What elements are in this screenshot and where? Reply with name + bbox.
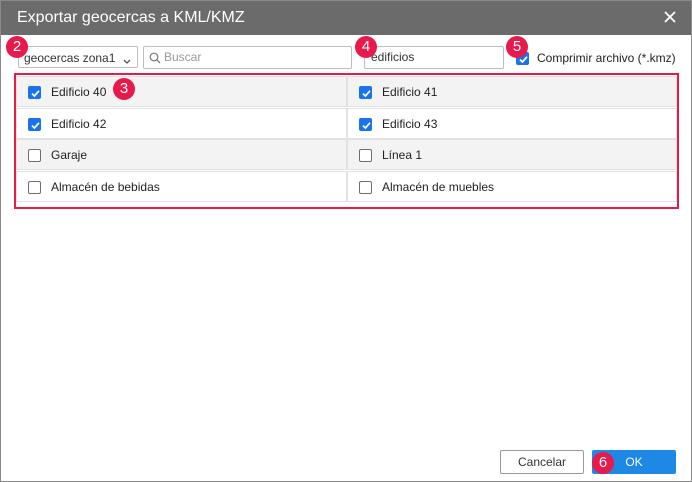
geofence-checkbox[interactable] bbox=[28, 149, 41, 162]
export-geofences-dialog: Exportar geocercas a KML/KMZ 2 3 4 5 6 g… bbox=[0, 0, 692, 482]
chevron-down-icon bbox=[123, 54, 131, 68]
checkmark-icon bbox=[31, 90, 40, 98]
geofence-item[interactable]: Almacén de muebles bbox=[347, 171, 677, 202]
geofence-item[interactable]: Edificio 42 bbox=[16, 108, 347, 139]
callout-badge-4: 4 bbox=[355, 36, 377, 58]
compress-label: Comprimir archivo (*.kmz) bbox=[537, 51, 676, 65]
geofence-checkbox[interactable] bbox=[359, 181, 372, 194]
geofence-checkbox[interactable] bbox=[359, 118, 372, 131]
geofence-item[interactable]: Edificio 40 bbox=[16, 76, 347, 107]
checkmark-icon bbox=[31, 122, 40, 130]
geofence-item[interactable]: Edificio 41 bbox=[347, 76, 677, 107]
checkmark-icon bbox=[362, 90, 371, 98]
geofence-item[interactable]: Línea 1 bbox=[347, 139, 677, 170]
geofence-label: Garaje bbox=[51, 148, 88, 162]
geofence-label: Almacén de muebles bbox=[382, 180, 495, 194]
name-filter-box[interactable] bbox=[364, 46, 504, 69]
callout-badge-5: 5 bbox=[506, 36, 528, 58]
cancel-button[interactable]: Cancelar bbox=[500, 450, 584, 474]
name-filter-input[interactable] bbox=[371, 49, 499, 65]
geofence-label: Almacén de bebidas bbox=[51, 180, 160, 194]
geofence-checkbox[interactable] bbox=[28, 118, 41, 131]
dialog-title: Exportar geocercas a KML/KMZ bbox=[17, 9, 245, 26]
geofence-group-select[interactable]: geocercas zona1 bbox=[18, 46, 138, 68]
geofence-label: Línea 1 bbox=[382, 148, 423, 162]
geofence-label: Edificio 41 bbox=[382, 85, 438, 99]
geofence-checkbox[interactable] bbox=[359, 86, 372, 99]
group-select-value: geocercas zona1 bbox=[24, 51, 116, 65]
search-icon bbox=[149, 52, 161, 67]
geofence-item[interactable]: Garaje bbox=[16, 139, 347, 170]
geofence-item[interactable]: Almacén de bebidas bbox=[16, 171, 347, 202]
callout-badge-2: 2 bbox=[6, 36, 28, 58]
search-input[interactable] bbox=[164, 49, 344, 65]
geofence-checkbox[interactable] bbox=[28, 181, 41, 194]
geofence-checkbox[interactable] bbox=[359, 149, 372, 162]
geofence-item[interactable]: Edificio 43 bbox=[347, 108, 677, 139]
title-bar: Exportar geocercas a KML/KMZ bbox=[1, 1, 691, 35]
checkmark-icon bbox=[362, 122, 371, 130]
search-box[interactable] bbox=[143, 46, 352, 69]
geofence-checkbox[interactable] bbox=[28, 86, 41, 99]
geofence-label: Edificio 42 bbox=[51, 117, 107, 131]
geofence-label: Edificio 40 bbox=[51, 85, 107, 99]
geofence-label: Edificio 43 bbox=[382, 117, 438, 131]
callout-badge-3: 3 bbox=[113, 78, 135, 100]
close-icon[interactable] bbox=[663, 10, 677, 24]
callout-badge-6: 6 bbox=[592, 452, 614, 474]
